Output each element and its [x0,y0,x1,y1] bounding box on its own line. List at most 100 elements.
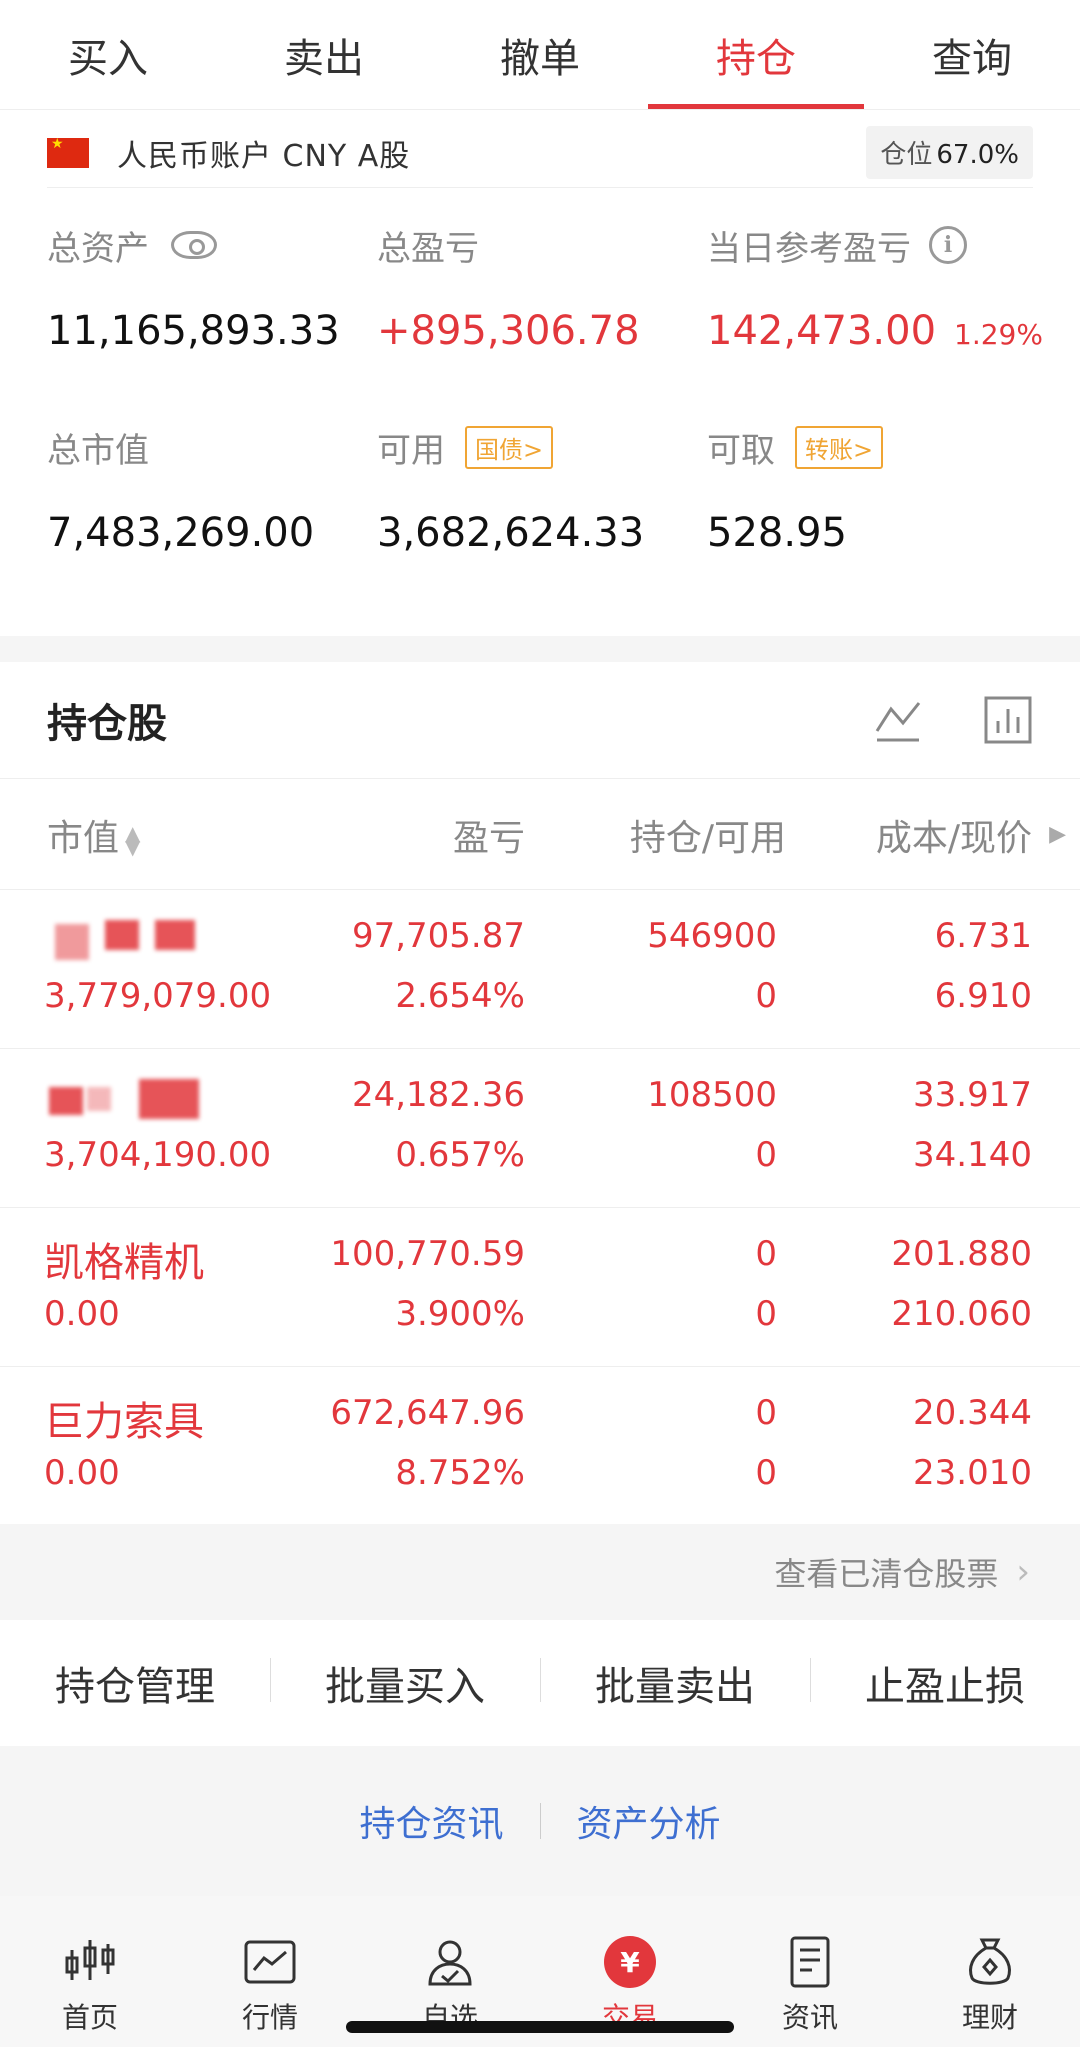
available-label: 可用 [377,430,445,471]
nav-news-label: 资讯 [781,2001,838,2034]
holdings-title: 持仓股 [47,701,167,747]
withdrawable-value: 528.95 [707,510,847,556]
bar-chart-icon[interactable] [983,695,1033,745]
available: 0 [755,1453,777,1493]
tab-buy[interactable]: 买入 [0,0,216,109]
transfer-link[interactable]: 转账> [795,425,884,469]
pnl-pct: 0.657% [395,1135,525,1175]
table-row[interactable]: 凯格精机 0.00 100,770.59 3.900% 0 0 201.880 … [0,1208,1080,1367]
info-links: 持仓资讯 资产分析 [0,1746,1080,1896]
account-label: 人民币账户 CNY A股 [117,138,411,174]
china-flag-icon [47,136,89,168]
batch-sell-button[interactable]: 批量卖出 [540,1654,810,1712]
obscured-stock-name [47,1079,227,1119]
holdings-news-link[interactable]: 持仓资讯 [359,1795,503,1847]
nav-wealth-label: 理财 [961,2001,1018,2034]
available-value: 3,682,624.33 [377,510,645,556]
position: 546900 [647,916,777,956]
nav-home-label: 首页 [61,2001,118,2034]
money-bag-icon [969,1938,1011,1985]
nav-market-label: 行情 [241,2001,298,2034]
position: 108500 [647,1075,777,1115]
top-tabs: 买入 卖出 撤单 持仓 查询 [0,0,1080,110]
yuan-icon: ¥ [604,1936,656,1988]
price: 23.010 [913,1453,1032,1493]
caret-right-icon[interactable]: ▶ [1049,822,1066,847]
cost: 20.344 [913,1393,1032,1433]
nav-market[interactable]: 行情 [180,1896,360,2047]
nav-home[interactable]: 首页 [0,1896,180,2047]
bottom-nav: 首页 行情 自选 ¥ 交易 资讯 理财 [0,1896,1080,2047]
treasury-bond-link[interactable]: 国债> [465,425,554,469]
section-divider [0,636,1080,662]
daily-pnl-value: 142,473.00 [707,308,937,354]
market-value-value: 7,483,269.00 [47,510,315,556]
info-icon[interactable]: i [929,226,967,264]
position-badge: 仓位 67.0% [866,126,1033,179]
market-value: 3,779,079.00 [44,976,272,1016]
user-check-icon [428,1940,472,1986]
market-value: 3,704,190.00 [44,1135,272,1175]
table-row[interactable]: 巨力索具 0.00 672,647.96 8.752% 0 0 20.344 2… [0,1367,1080,1526]
nav-wealth[interactable]: 理财 [900,1896,1080,2047]
pnl: 24,182.36 [351,1075,525,1115]
position-label: 仓位 [880,140,933,170]
market-value: 0.00 [44,1453,120,1493]
pnl: 97,705.87 [351,916,525,956]
total-assets-value: 11,165,893.33 [47,308,340,354]
holdings-header: 持仓股 [0,662,1080,779]
col-pnl[interactable]: 盈亏 [453,809,525,861]
position: 0 [755,1393,777,1433]
cost: 6.731 [934,916,1032,956]
tab-query[interactable]: 查询 [864,0,1080,109]
account-row[interactable]: 人民币账户 CNY A股 仓位67.0% [47,118,1033,188]
stop-profit-loss-button[interactable]: 止盈止损 [810,1654,1080,1712]
svg-text:¥: ¥ [620,1946,640,1979]
eye-icon[interactable] [171,231,217,259]
cost: 33.917 [913,1075,1032,1115]
table-row[interactable]: 3,704,190.00 24,182.36 0.657% 108500 0 3… [0,1049,1080,1208]
chart-icon [244,1940,296,1984]
pnl-pct: 3.900% [395,1294,525,1334]
price: 34.140 [913,1135,1032,1175]
total-assets-label: 总资产 [47,228,149,269]
asset-analysis-link[interactable]: 资产分析 [577,1795,721,1847]
holdings-column-header: 市值 ▲ ▼ 盈亏 持仓/可用 成本/现价 ▶ [0,780,1080,890]
market-value-label: 总市值 [47,430,149,471]
obscured-stock-name [47,920,227,960]
position-value: 67.0% [936,140,1019,170]
cleared-label: 查看已清仓股票 [774,1555,999,1593]
col-cost[interactable]: 成本/现价 [876,809,1032,861]
total-pnl-value: +895,306.78 [377,308,640,354]
table-row[interactable]: 3,779,079.00 97,705.87 2.654% 546900 0 6… [0,890,1080,1049]
col-market-value[interactable]: 市值 ▲ ▼ [47,809,140,861]
col-market-value-label: 市值 [47,817,120,859]
sort-icon[interactable]: ▲ ▼ [125,823,140,857]
daily-pnl-label: 当日参考盈亏 [707,228,911,269]
price: 6.910 [934,976,1032,1016]
stock-name: 巨力索具 [44,1399,204,1445]
market-value: 0.00 [44,1294,120,1334]
divider [539,1803,541,1839]
tab-sell[interactable]: 卖出 [216,0,432,109]
line-chart-icon[interactable] [873,695,923,745]
stock-name: 凯格精机 [44,1240,204,1286]
chevron-right-icon: › [1016,1552,1030,1592]
asset-summary: 总资产 11,165,893.33 总盈亏 +895,306.78 当日参考盈亏… [47,222,1047,560]
nav-news[interactable]: 资讯 [720,1896,900,2047]
tab-cancel[interactable]: 撤单 [432,0,648,109]
batch-buy-button[interactable]: 批量买入 [270,1654,540,1712]
available: 0 [755,1135,777,1175]
view-cleared-stocks-link[interactable]: 查看已清仓股票 › [0,1524,1080,1620]
cost: 201.880 [891,1234,1032,1274]
manage-holdings-button[interactable]: 持仓管理 [0,1654,270,1712]
withdrawable-label: 可取 [707,430,775,471]
available: 0 [755,1294,777,1334]
pnl-pct: 2.654% [395,976,525,1016]
pnl: 100,770.59 [330,1234,525,1274]
total-pnl-label: 总盈亏 [377,228,479,269]
home-indicator[interactable] [346,2021,734,2033]
col-position[interactable]: 持仓/可用 [630,809,786,861]
price: 210.060 [891,1294,1032,1334]
tab-holdings[interactable]: 持仓 [648,0,864,109]
